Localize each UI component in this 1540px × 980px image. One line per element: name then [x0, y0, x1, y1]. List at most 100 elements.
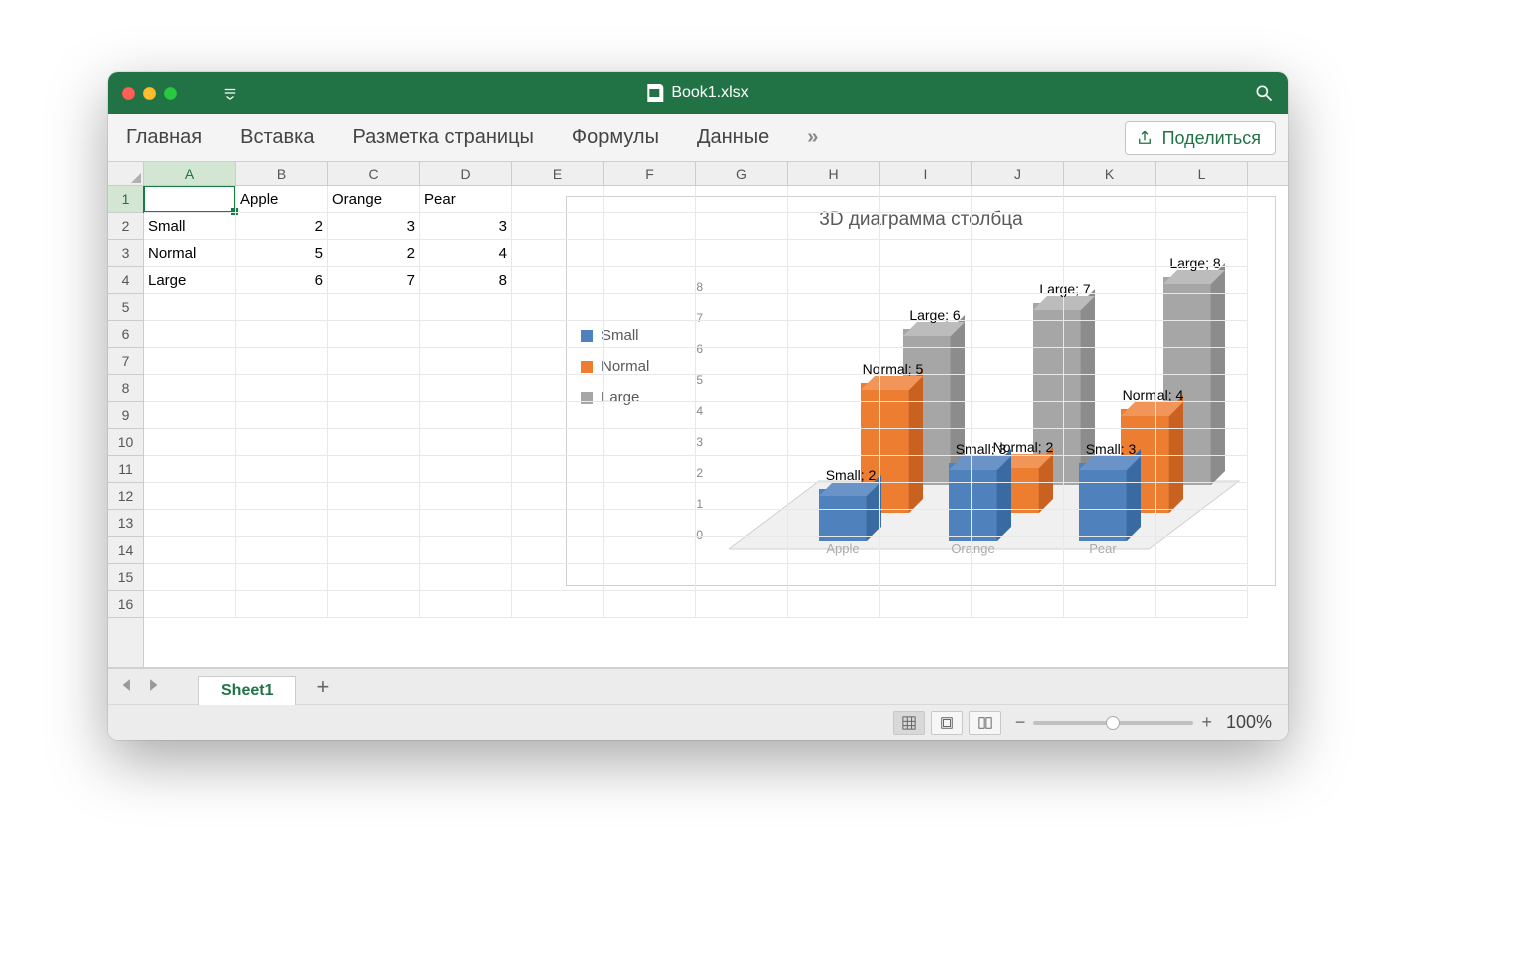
cell-K3[interactable]	[1064, 240, 1156, 267]
cell-L6[interactable]	[1156, 321, 1248, 348]
zoom-in-button[interactable]: +	[1201, 712, 1212, 733]
cell-L1[interactable]	[1156, 186, 1248, 213]
cell-E4[interactable]	[512, 267, 604, 294]
cell-G10[interactable]	[696, 429, 788, 456]
cell-D16[interactable]	[420, 591, 512, 618]
cell-I16[interactable]	[880, 591, 972, 618]
view-page-layout-button[interactable]	[931, 711, 963, 735]
cell-G8[interactable]	[696, 375, 788, 402]
cell-L4[interactable]	[1156, 267, 1248, 294]
cell-J14[interactable]	[972, 537, 1064, 564]
cell-H14[interactable]	[788, 537, 880, 564]
cell-L10[interactable]	[1156, 429, 1248, 456]
cell-A8[interactable]	[144, 375, 236, 402]
cell-B7[interactable]	[236, 348, 328, 375]
cell-L5[interactable]	[1156, 294, 1248, 321]
column-header-E[interactable]: E	[512, 162, 604, 185]
cell-C3[interactable]: 2	[328, 240, 420, 267]
cell-A10[interactable]	[144, 429, 236, 456]
close-window-button[interactable]	[122, 87, 135, 100]
cell-H3[interactable]	[788, 240, 880, 267]
row-header-3[interactable]: 3	[108, 240, 143, 267]
tabs-overflow[interactable]: »	[807, 126, 818, 149]
cell-D9[interactable]	[420, 402, 512, 429]
cell-D10[interactable]	[420, 429, 512, 456]
row-header-7[interactable]: 7	[108, 348, 143, 375]
cell-L14[interactable]	[1156, 537, 1248, 564]
cell-H8[interactable]	[788, 375, 880, 402]
share-button[interactable]: Поделиться	[1125, 121, 1276, 155]
cell-D2[interactable]: 3	[420, 213, 512, 240]
cell-F8[interactable]	[604, 375, 696, 402]
cell-H1[interactable]	[788, 186, 880, 213]
cell-K1[interactable]	[1064, 186, 1156, 213]
cell-J5[interactable]	[972, 294, 1064, 321]
zoom-slider[interactable]	[1033, 721, 1193, 725]
cell-H4[interactable]	[788, 267, 880, 294]
cell-I7[interactable]	[880, 348, 972, 375]
add-sheet-button[interactable]: +	[304, 674, 341, 700]
cell-E13[interactable]	[512, 510, 604, 537]
cell-B13[interactable]	[236, 510, 328, 537]
cell-L2[interactable]	[1156, 213, 1248, 240]
tab-insert[interactable]: Вставка	[240, 126, 314, 149]
cell-J9[interactable]	[972, 402, 1064, 429]
cell-E11[interactable]	[512, 456, 604, 483]
cell-F15[interactable]	[604, 564, 696, 591]
cell-C11[interactable]	[328, 456, 420, 483]
cell-C13[interactable]	[328, 510, 420, 537]
cell-E12[interactable]	[512, 483, 604, 510]
cell-D13[interactable]	[420, 510, 512, 537]
cell-C2[interactable]: 3	[328, 213, 420, 240]
cell-D3[interactable]: 4	[420, 240, 512, 267]
cell-L16[interactable]	[1156, 591, 1248, 618]
cell-B1[interactable]: Apple	[236, 186, 328, 213]
column-header-I[interactable]: I	[880, 162, 972, 185]
row-header-1[interactable]: 1	[108, 186, 143, 213]
cell-I9[interactable]	[880, 402, 972, 429]
cell-L7[interactable]	[1156, 348, 1248, 375]
cell-G14[interactable]	[696, 537, 788, 564]
cells-area[interactable]: 3D диаграмма столбца Small Normal	[144, 186, 1288, 667]
cell-K5[interactable]	[1064, 294, 1156, 321]
cell-C12[interactable]	[328, 483, 420, 510]
cell-J7[interactable]	[972, 348, 1064, 375]
tab-home[interactable]: Главная	[126, 126, 202, 149]
column-header-J[interactable]: J	[972, 162, 1064, 185]
cell-J1[interactable]	[972, 186, 1064, 213]
row-header-9[interactable]: 9	[108, 402, 143, 429]
cell-J4[interactable]	[972, 267, 1064, 294]
cell-G15[interactable]	[696, 564, 788, 591]
cell-I11[interactable]	[880, 456, 972, 483]
cell-A3[interactable]: Normal	[144, 240, 236, 267]
column-header-D[interactable]: D	[420, 162, 512, 185]
cell-J10[interactable]	[972, 429, 1064, 456]
cell-E15[interactable]	[512, 564, 604, 591]
tab-data[interactable]: Данные	[697, 126, 769, 149]
cell-A14[interactable]	[144, 537, 236, 564]
cell-C14[interactable]	[328, 537, 420, 564]
cell-F4[interactable]	[604, 267, 696, 294]
cell-A4[interactable]: Large	[144, 267, 236, 294]
cell-B16[interactable]	[236, 591, 328, 618]
cell-H13[interactable]	[788, 510, 880, 537]
zoom-level[interactable]: 100%	[1226, 712, 1272, 733]
cell-G6[interactable]	[696, 321, 788, 348]
row-header-10[interactable]: 10	[108, 429, 143, 456]
cell-K14[interactable]	[1064, 537, 1156, 564]
cell-D4[interactable]: 8	[420, 267, 512, 294]
cell-H11[interactable]	[788, 456, 880, 483]
cell-I14[interactable]	[880, 537, 972, 564]
cell-G12[interactable]	[696, 483, 788, 510]
cell-B10[interactable]	[236, 429, 328, 456]
cell-C16[interactable]	[328, 591, 420, 618]
column-header-C[interactable]: C	[328, 162, 420, 185]
cell-K15[interactable]	[1064, 564, 1156, 591]
row-header-2[interactable]: 2	[108, 213, 143, 240]
cell-F9[interactable]	[604, 402, 696, 429]
cell-J16[interactable]	[972, 591, 1064, 618]
cell-I4[interactable]	[880, 267, 972, 294]
cell-K11[interactable]	[1064, 456, 1156, 483]
cell-K2[interactable]	[1064, 213, 1156, 240]
sheet-nav-next[interactable]	[146, 678, 164, 696]
